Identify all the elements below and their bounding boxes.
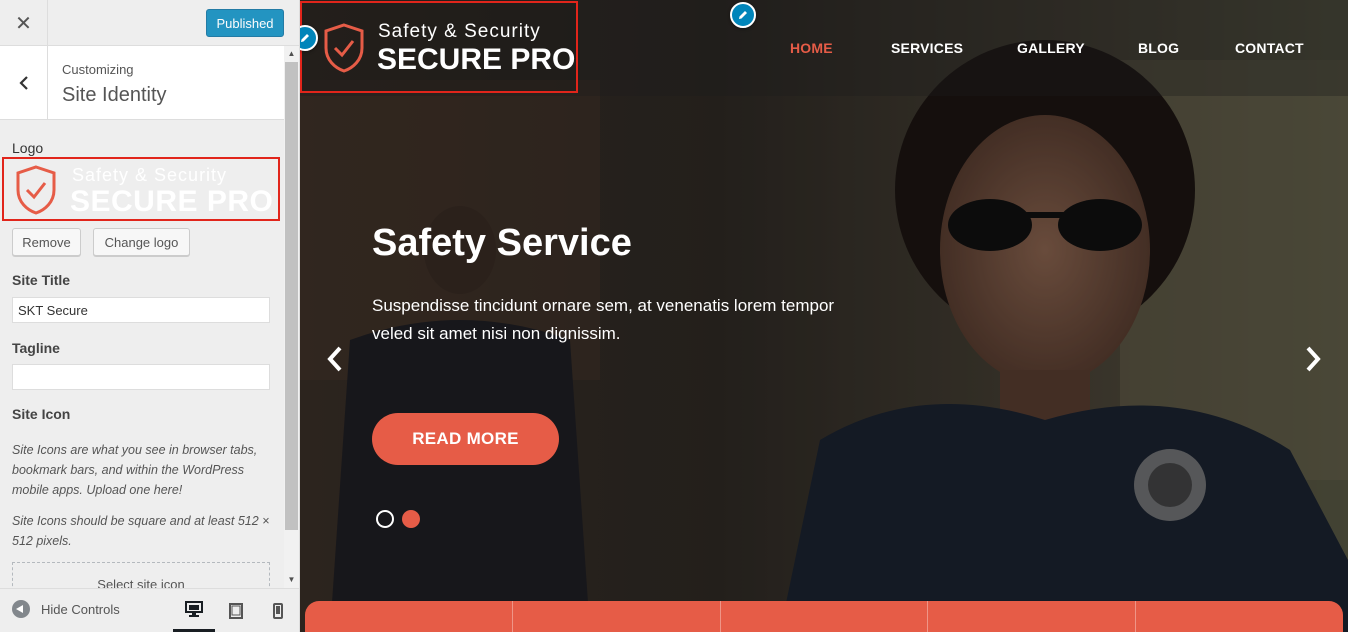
site-icon-description: Site Icons are what you see in browser t… <box>12 443 258 497</box>
site-identity-panel: Logo Safety & Security SECURE PRO Remove… <box>0 120 284 588</box>
feature-box-4[interactable] <box>928 601 1137 632</box>
chevron-left-icon <box>18 76 28 90</box>
nav-gallery[interactable]: GALLERY <box>1017 40 1085 56</box>
panel-scrollbar[interactable]: ▲ ▼ <box>284 46 299 588</box>
customizing-label: Customizing <box>62 62 134 77</box>
customizer-sidebar: ✕ Published Customizing Site Identity Lo… <box>0 0 300 632</box>
back-button[interactable] <box>0 46 48 120</box>
tablet-icon <box>229 603 243 619</box>
desktop-icon <box>185 601 203 617</box>
site-title-label: Site Title <box>12 272 71 288</box>
logo-name-text: SECURE PRO <box>70 185 274 218</box>
logo-preview[interactable]: Safety & Security SECURE PRO <box>2 157 280 221</box>
customizer-header: ✕ Published <box>0 0 299 46</box>
section-header: Customizing Site Identity <box>0 46 284 120</box>
feature-strip <box>305 601 1343 632</box>
site-logo-tagline: Safety & Security <box>378 21 541 42</box>
nav-home[interactable]: HOME <box>790 40 833 56</box>
collapse-arrow-icon <box>12 600 30 618</box>
mobile-icon <box>273 603 283 619</box>
desktop-preview-button[interactable] <box>173 589 215 632</box>
slide-text: Suspendisse tincidunt ornare sem, at ven… <box>372 296 835 343</box>
feature-box-2[interactable] <box>513 601 721 632</box>
close-customizer-button[interactable]: ✕ <box>0 0 48 46</box>
slider-dot-2[interactable] <box>402 510 420 528</box>
change-logo-button[interactable]: Change logo <box>93 228 190 256</box>
nav-services[interactable]: SERVICES <box>891 40 963 56</box>
tagline-label: Tagline <box>12 340 60 356</box>
publish-button[interactable]: Published <box>206 9 284 37</box>
nav-contact[interactable]: CONTACT <box>1235 40 1304 56</box>
site-logo-name: SECURE PRO <box>377 43 576 76</box>
scrollbar-thumb[interactable] <box>285 62 298 530</box>
shield-check-icon <box>324 23 364 73</box>
feature-box-1[interactable] <box>305 601 513 632</box>
site-icon-label: Site Icon <box>12 406 71 422</box>
shield-check-icon <box>16 165 56 215</box>
scroll-down-arrow-icon[interactable]: ▼ <box>284 572 299 586</box>
feature-box-5[interactable] <box>1136 601 1343 632</box>
customizer-footer: Hide Controls <box>0 588 299 632</box>
site-header: Safety & Security SECURE PRO HOME SERVIC… <box>300 0 1348 96</box>
slider-dot-1[interactable] <box>376 510 394 528</box>
hide-controls-label: Hide Controls <box>41 601 120 617</box>
select-site-icon-button[interactable]: Select site icon <box>12 562 270 588</box>
tagline-input[interactable] <box>12 364 270 390</box>
mobile-preview-button[interactable] <box>257 589 299 632</box>
section-title: Site Identity <box>62 84 167 106</box>
logo-tagline-text: Safety & Security <box>72 165 228 185</box>
logo-label: Logo <box>12 140 44 156</box>
tablet-preview-button[interactable] <box>215 589 257 632</box>
nav-blog[interactable]: BLOG <box>1138 40 1179 56</box>
read-more-button[interactable]: READ MORE <box>372 413 559 465</box>
scroll-up-arrow-icon[interactable]: ▲ <box>284 46 299 60</box>
slide-title: Safety Service <box>372 222 632 264</box>
site-logo[interactable]: Safety & Security SECURE PRO <box>300 1 578 93</box>
hide-controls-button[interactable]: Hide Controls <box>12 600 120 618</box>
site-preview: Safety & Security SECURE PRO HOME SERVIC… <box>300 0 1348 632</box>
chevron-left-icon[interactable] <box>322 344 348 374</box>
feature-box-3[interactable] <box>721 601 929 632</box>
site-icon-size-note: Site Icons should be square and at least… <box>12 514 270 548</box>
site-title-input[interactable] <box>12 297 270 323</box>
edit-menu-pencil-icon[interactable] <box>730 2 756 28</box>
remove-logo-button[interactable]: Remove <box>12 228 81 256</box>
chevron-right-icon[interactable] <box>1300 344 1326 374</box>
